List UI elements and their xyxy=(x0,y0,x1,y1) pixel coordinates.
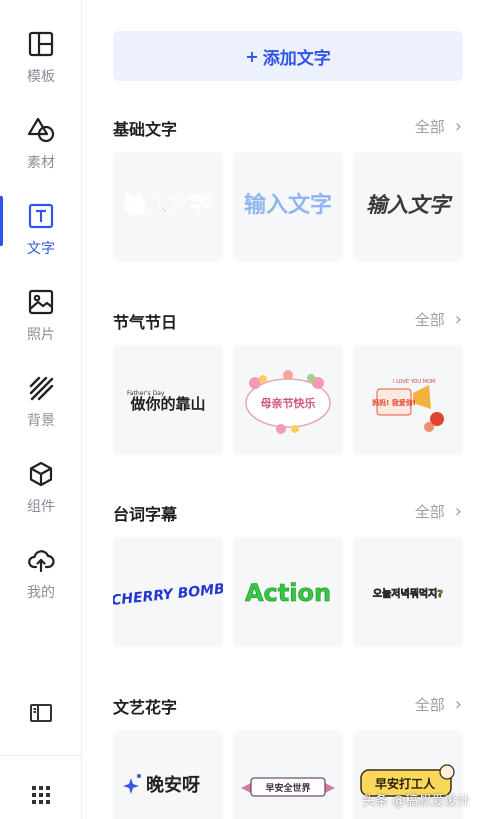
card-preview: 输入文字 xyxy=(124,192,213,219)
sparkle-icon xyxy=(123,778,139,794)
sidebar-item-background[interactable]: 背景 xyxy=(0,368,82,444)
card-text: 妈妈! 我爱你! xyxy=(372,398,416,407)
card-text: 早安全世界 xyxy=(265,782,310,794)
view-all-subtitles[interactable]: 全部 › xyxy=(415,501,462,522)
card-preview: 早安全世界 xyxy=(241,777,335,797)
image-icon xyxy=(28,289,54,315)
card-preview: I LOVE YOU MOM 妈妈! 我爱你! xyxy=(372,379,444,432)
add-text-button[interactable]: + 添加文字 xyxy=(113,31,463,81)
worker-face-icon xyxy=(439,764,455,780)
sidebar-item-label: 素材 xyxy=(27,155,55,171)
chevron-right-icon: › xyxy=(454,694,462,715)
view-all-artistic[interactable]: 全部 › xyxy=(415,694,462,715)
template-icon xyxy=(28,31,54,57)
text-style-card[interactable]: 输入文字 xyxy=(233,152,343,262)
sidebar-item-components[interactable]: 组件 xyxy=(0,454,82,530)
plus-icon: + xyxy=(245,46,259,66)
sidebar-item-label: 组件 xyxy=(27,499,55,515)
text-style-card[interactable]: I LOVE YOU MOM 妈妈! 我爱你! xyxy=(353,345,463,455)
card-text: 输入文字 xyxy=(244,192,332,218)
sidebar-item-photos[interactable]: 照片 xyxy=(0,282,82,358)
card-subtext: I LOVE YOU MOM xyxy=(393,379,435,385)
sidebar-item-label: 我的 xyxy=(27,585,55,601)
card-text: 做你的靠山 xyxy=(129,395,205,413)
card-text: 输入文字 xyxy=(366,192,453,217)
text-icon xyxy=(28,203,54,229)
panel-layout-icon[interactable] xyxy=(27,699,55,727)
sidebar-item-label: 文字 xyxy=(27,241,55,257)
section-title-artistic: 文艺花字 xyxy=(113,698,178,717)
view-all-label: 全部 xyxy=(414,311,445,329)
view-all-label: 全部 xyxy=(414,118,445,136)
chevron-right-icon: › xyxy=(454,501,462,522)
card-preview: Action xyxy=(245,579,332,608)
card-text: 母亲节快乐 xyxy=(261,396,316,410)
sidebar: 模板 素材 文字 照片 背景 组件 我的 xyxy=(0,0,82,819)
text-style-card[interactable]: CHERRY BOMB xyxy=(113,537,223,647)
sidebar-item-label: 背景 xyxy=(27,413,55,429)
cloud-upload-icon xyxy=(28,550,55,573)
watermark: 头条 @稿叔爱设计 xyxy=(361,794,470,809)
sidebar-item-mine[interactable]: 我的 xyxy=(0,540,82,616)
view-all-basic[interactable]: 全部 › xyxy=(415,116,462,137)
cube-icon xyxy=(29,461,53,487)
flower-icon xyxy=(276,424,286,434)
card-text: 오늘저녁뭐먹지? xyxy=(373,587,443,600)
view-all-festival[interactable]: 全部 › xyxy=(415,309,462,330)
leaf-icon xyxy=(307,374,315,382)
text-style-card[interactable]: 输入文字 xyxy=(353,152,463,262)
card-preview: 오늘저녁뭐먹지? xyxy=(373,587,444,601)
card-preview: CHERRY BOMB xyxy=(113,581,223,609)
card-text: Action xyxy=(245,579,331,607)
card-text: CHERRY BOMB xyxy=(113,581,223,609)
section-title-subtitles: 台词字幕 xyxy=(113,505,178,524)
text-panel: + 添加文字 基础文字 全部 › 输入文字 输入文字 输入文字 节气节日 全部 › … xyxy=(83,0,480,819)
view-all-label: 全部 xyxy=(414,503,445,521)
section-title-festival: 节气节日 xyxy=(113,313,178,332)
card-preview: 晚安呀 xyxy=(123,774,200,796)
text-style-card[interactable]: 晚安呀 xyxy=(113,730,223,819)
card-text: 输入文字 xyxy=(124,192,212,218)
flower-icon xyxy=(291,425,299,433)
sidebar-item-materials[interactable]: 素材 xyxy=(0,110,82,186)
flower-icon xyxy=(259,375,267,383)
sidebar-item-template[interactable]: 模板 xyxy=(0,24,82,100)
shapes-icon xyxy=(27,117,55,143)
sidebar-divider xyxy=(0,755,81,756)
chevron-right-icon: › xyxy=(454,116,462,137)
sparkle-icon xyxy=(137,774,141,778)
card-preview: 母亲节快乐 xyxy=(245,370,331,434)
add-text-label: 添加文字 xyxy=(262,48,331,69)
background-hatch-icon xyxy=(29,376,54,401)
sidebar-item-label: 模板 xyxy=(27,69,55,85)
card-preview: 输入文字 xyxy=(244,192,332,218)
text-style-card[interactable]: 早安全世界 xyxy=(233,730,343,819)
flower-icon xyxy=(283,370,293,380)
text-style-card[interactable]: Father's Day 做你的靠山 xyxy=(113,345,223,455)
card-preview: Father's Day 做你的靠山 xyxy=(127,390,206,413)
card-preview: 输入文字 xyxy=(366,192,453,217)
sidebar-item-text[interactable]: 文字 xyxy=(0,196,82,272)
section-title-basic: 基础文字 xyxy=(113,120,178,139)
card-text: 早安打工人 xyxy=(375,776,436,791)
text-style-card[interactable]: Action xyxy=(233,537,343,647)
flower-icon xyxy=(424,422,434,432)
text-style-card[interactable]: 输入文字 xyxy=(113,152,223,262)
grid-dots-icon[interactable] xyxy=(27,781,55,809)
card-text: 晚安呀 xyxy=(146,774,200,796)
text-style-card[interactable]: 오늘저녁뭐먹지? xyxy=(353,537,463,647)
sidebar-item-label: 照片 xyxy=(27,327,55,343)
view-all-label: 全部 xyxy=(414,696,445,714)
text-style-card[interactable]: 母亲节快乐 xyxy=(233,345,343,455)
chevron-right-icon: › xyxy=(454,309,462,330)
